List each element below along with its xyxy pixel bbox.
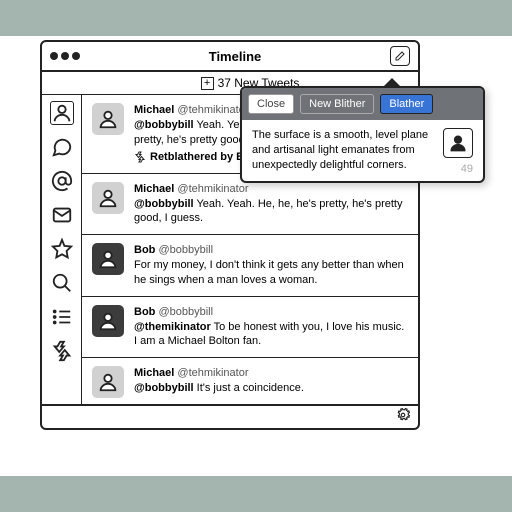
- reply-handle[interactable]: @bobbybill: [134, 198, 194, 210]
- author-name[interactable]: Michael: [134, 367, 174, 379]
- speech-bubble-icon: [51, 136, 73, 158]
- compose-text[interactable]: The surface is a smooth, level plane and…: [252, 128, 435, 173]
- sidebar-search[interactable]: [50, 271, 74, 295]
- popover-header: Close New Blither Blather: [242, 88, 483, 120]
- author-handle[interactable]: @tehmikinator: [177, 104, 248, 116]
- person-icon: [97, 310, 119, 332]
- tweet-item[interactable]: Bob @bobbybill For my money, I don't thi…: [82, 235, 418, 297]
- tweet-content: Bob @bobbybill @themikinator To be hones…: [134, 305, 408, 350]
- title-bar: Timeline: [42, 42, 418, 72]
- reply-handle[interactable]: @bobbybill: [134, 119, 194, 131]
- author-name[interactable]: Bob: [134, 244, 155, 256]
- tweet-content: Michael @tehmikinator @bobbybill Yeah. Y…: [134, 182, 408, 227]
- at-icon: [51, 170, 73, 192]
- sidebar-favorites[interactable]: [50, 237, 74, 261]
- recycle-icon: [134, 151, 146, 163]
- search-icon: [51, 272, 73, 294]
- window-dot-icon: [72, 52, 80, 60]
- author-name[interactable]: Michael: [134, 183, 174, 195]
- author-handle[interactable]: @bobbybill: [158, 244, 213, 256]
- reply-handle[interactable]: @themikinator: [134, 321, 211, 333]
- tweet-item[interactable]: Bob @bobbybill @themikinator To be hones…: [82, 297, 418, 359]
- blather-button[interactable]: Blather: [380, 94, 433, 114]
- avatar[interactable]: [92, 305, 124, 337]
- profile-icon: [51, 102, 73, 124]
- person-icon: [97, 187, 119, 209]
- sidebar-messages[interactable]: [50, 135, 74, 159]
- reply-handle[interactable]: @bobbybill: [134, 382, 194, 394]
- author-name[interactable]: Michael: [134, 104, 174, 116]
- compose-button[interactable]: [390, 46, 410, 66]
- star-icon: [51, 238, 73, 260]
- tweet-content: Bob @bobbybill For my money, I don't thi…: [134, 243, 408, 288]
- tweet-text: It's just a coincidence.: [194, 382, 304, 394]
- avatar[interactable]: [92, 243, 124, 275]
- author-handle[interactable]: @tehmikinator: [177, 367, 248, 379]
- page-title: Timeline: [80, 49, 390, 64]
- envelope-icon: [51, 204, 73, 226]
- sidebar: [42, 95, 82, 404]
- sidebar-inbox[interactable]: [50, 203, 74, 227]
- compose-icon: [394, 50, 406, 62]
- tweet-text: pretty, he's pretty good,: [134, 134, 248, 146]
- person-icon: [97, 108, 119, 130]
- compose-avatar: [443, 128, 473, 158]
- sidebar-profile[interactable]: [50, 101, 74, 125]
- author-handle[interactable]: @bobbybill: [158, 306, 213, 318]
- person-icon: [448, 133, 468, 153]
- compose-popover: Close New Blither Blather The surface is…: [240, 86, 485, 183]
- settings-button[interactable]: [396, 408, 410, 427]
- tweet-content: Michael @tehmikinator @bobbybill It's ju…: [134, 366, 304, 398]
- list-icon: [51, 306, 73, 328]
- person-icon: [97, 371, 119, 393]
- window-dot-icon: [61, 52, 69, 60]
- avatar[interactable]: [92, 182, 124, 214]
- close-button[interactable]: Close: [248, 94, 294, 114]
- gear-icon: [396, 408, 410, 422]
- new-blither-button[interactable]: New Blither: [300, 94, 374, 114]
- tweet-item[interactable]: Michael @tehmikinator @bobbybill It's ju…: [82, 358, 418, 404]
- sidebar-retweets[interactable]: [50, 339, 74, 363]
- sidebar-lists[interactable]: [50, 305, 74, 329]
- avatar[interactable]: [92, 103, 124, 135]
- avatar[interactable]: [92, 366, 124, 398]
- window-controls[interactable]: [50, 52, 80, 60]
- author-name[interactable]: Bob: [134, 306, 155, 318]
- sidebar-mentions[interactable]: [50, 169, 74, 193]
- author-handle[interactable]: @tehmikinator: [177, 183, 248, 195]
- footer: [42, 404, 418, 428]
- recycle-icon: [51, 340, 73, 362]
- window-dot-icon: [50, 52, 58, 60]
- plus-icon: +: [201, 77, 214, 90]
- tweet-text: For my money, I don't think it gets any …: [134, 259, 404, 286]
- char-counter: 49: [461, 163, 473, 175]
- tweet-item[interactable]: Michael @tehmikinator @bobbybill Yeah. Y…: [82, 174, 418, 236]
- person-icon: [97, 248, 119, 270]
